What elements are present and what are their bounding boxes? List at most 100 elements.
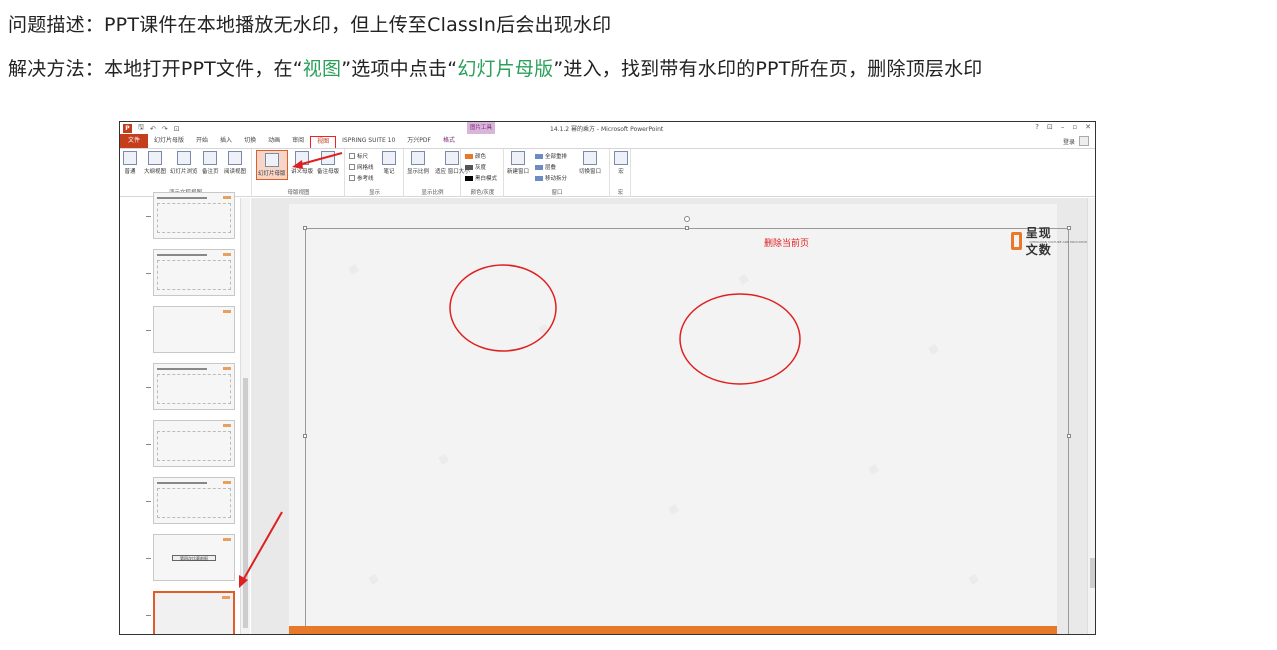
solution-post: 进入，找到带有水印的PPT所在页，删除顶层水印 (563, 58, 983, 80)
resize-handle[interactable] (685, 226, 689, 230)
handout-master-button[interactable]: 讲义母版 (291, 151, 313, 175)
move-split-icon (535, 175, 543, 181)
gridlines-checkbox[interactable]: 网格线 (349, 163, 374, 171)
restore-icon[interactable]: ▫ (1072, 123, 1077, 131)
view-keyword: 视图 (302, 58, 342, 80)
tab-insert[interactable]: 插入 (214, 134, 238, 148)
tab-file[interactable]: 文件 (120, 134, 149, 148)
thumb-connector (146, 216, 151, 217)
thumb-logo (223, 424, 231, 427)
notes-button[interactable]: 笔记 (382, 151, 396, 175)
thumb-connector (146, 615, 151, 616)
notes-label: 笔记 (383, 169, 395, 175)
resize-handle[interactable] (303, 226, 307, 230)
group-label: 显示比例 (421, 190, 444, 196)
notes-master-label: 备注母版 (317, 169, 340, 175)
picture-tools-label: 图片工具 (467, 122, 495, 134)
ribbon-display-icon[interactable]: ⊡ (1047, 123, 1053, 131)
grayscale-swatch (465, 164, 473, 170)
thumb-logo (223, 196, 231, 199)
login-area[interactable]: 登录 (1063, 136, 1089, 146)
slide-thumbnail[interactable] (153, 420, 235, 467)
macro-button[interactable]: 宏 (614, 151, 628, 175)
group-color: 颜色 灰度 黑白模式 颜色/灰度 (462, 149, 504, 197)
slide-thumbnail[interactable] (153, 477, 235, 524)
ruler-label: 标尺 (357, 154, 369, 160)
resize-handle[interactable] (303, 434, 307, 438)
handout-master-label: 讲义母版 (291, 169, 314, 175)
ruler-checkbox[interactable]: 标尺 (349, 152, 368, 160)
group-label: 颜色/灰度 (470, 190, 495, 196)
outline-view-button[interactable]: 大纲视图 (144, 151, 166, 175)
thumb-placeholder (157, 374, 231, 404)
redo-icon[interactable]: ↷ (162, 125, 168, 133)
slide-thumbnail[interactable] (153, 249, 235, 296)
tab-transitions[interactable]: 切换 (238, 134, 262, 148)
switch-window-button[interactable]: 切换窗口 (579, 151, 601, 175)
tab-view[interactable]: 视图 (310, 136, 337, 148)
tab-animations[interactable]: 动画 (262, 134, 286, 148)
slide-master-button[interactable]: 幻灯片母版 (256, 150, 288, 180)
switch-window-label: 切换窗口 (579, 169, 602, 175)
undo-icon[interactable]: ↶ (150, 125, 156, 133)
black-white-label: 黑白模式 (475, 176, 498, 182)
slide-master-label: 幻灯片母版 (258, 171, 286, 177)
slide-thumbnail[interactable] (153, 192, 235, 239)
tab-home[interactable]: 开始 (190, 134, 214, 148)
gridlines-label: 网格线 (357, 165, 374, 171)
tab-format[interactable]: 格式 (437, 134, 461, 148)
notes-icon (382, 151, 396, 165)
resize-handle[interactable] (1067, 434, 1071, 438)
new-window-icon (511, 151, 525, 165)
thumbnail-scrollbar[interactable] (240, 198, 250, 634)
notes-master-button[interactable]: 备注母版 (317, 151, 339, 175)
slide-thumbnail-selected[interactable] (153, 591, 235, 634)
slide-thumbnail[interactable]: 第四次比赛前报 (153, 534, 235, 581)
arrange-all-button[interactable]: 全部重排 (535, 152, 567, 160)
black-white-swatch (465, 175, 473, 181)
new-window-button[interactable]: 新建窗口 (507, 151, 529, 175)
reading-view-button[interactable]: 阅读视图 (224, 151, 246, 175)
close-icon[interactable]: ✕ (1085, 123, 1091, 131)
minimize-icon[interactable]: – (1061, 123, 1065, 131)
tab-slide-master[interactable]: 幻灯片母版 (148, 134, 190, 148)
avatar[interactable] (1079, 136, 1089, 146)
grayscale-label: 灰度 (475, 165, 487, 171)
slide-thumbnail[interactable] (153, 306, 235, 353)
notes-page-button[interactable]: 备注页 (202, 151, 219, 175)
tab-ispring[interactable]: ISPRING SUITE 10 (336, 134, 401, 148)
rotate-handle[interactable] (684, 216, 690, 222)
thumb-logo (223, 253, 231, 256)
resize-handle[interactable] (1067, 226, 1071, 230)
notes-page-label: 备注页 (202, 169, 219, 175)
scrollbar-thumb[interactable] (1090, 558, 1095, 588)
ruler-box (349, 153, 355, 159)
thumb-connector (146, 387, 151, 388)
normal-view-button[interactable]: 普通 (123, 151, 137, 175)
slide-master-icon (264, 153, 279, 167)
guides-checkbox[interactable]: 参考线 (349, 174, 374, 182)
outline-view-icon (148, 151, 162, 165)
customize-icon[interactable]: ⊡ (174, 125, 180, 133)
current-slide[interactable]: ▦ ▦ ▦ ▦ ▦ ▦ ▦ ▦ ▦ 删除当前页 呈现文数 CHENGXIAN C… (289, 204, 1088, 634)
selected-watermark-frame[interactable] (305, 228, 1069, 634)
zoom-button[interactable]: 显示比例 (407, 151, 429, 175)
group-presentation-views: 普通 大纲视图 幻灯片浏览 备注页 阅读视图 演示文稿视图 (120, 149, 252, 197)
master-keyword: 幻灯片母版 (457, 58, 554, 80)
color-option[interactable]: 颜色 (465, 152, 486, 160)
move-split-button[interactable]: 移动拆分 (535, 174, 567, 182)
slide-sorter-button[interactable]: 幻灯片浏览 (170, 151, 198, 175)
slide-scrollbar[interactable] (1087, 198, 1095, 634)
tab-review[interactable]: 审阅 (286, 134, 310, 148)
login-link[interactable]: 登录 (1063, 137, 1075, 146)
problem-line: 问题描述：PPT课件在本地播放无水印，但上传至ClassIn后会出现水印 (8, 10, 611, 37)
grayscale-option[interactable]: 灰度 (465, 163, 486, 171)
cascade-icon (535, 164, 543, 170)
tab-wondershare-pdf[interactable]: 万兴PDF (401, 134, 437, 148)
help-icon[interactable]: ? (1035, 123, 1039, 131)
save-icon[interactable]: 🖫 (138, 123, 144, 134)
slide-thumbnail[interactable] (153, 363, 235, 410)
black-white-option[interactable]: 黑白模式 (465, 174, 497, 182)
scrollbar-thumb[interactable] (243, 378, 248, 628)
cascade-button[interactable]: 层叠 (535, 163, 556, 171)
